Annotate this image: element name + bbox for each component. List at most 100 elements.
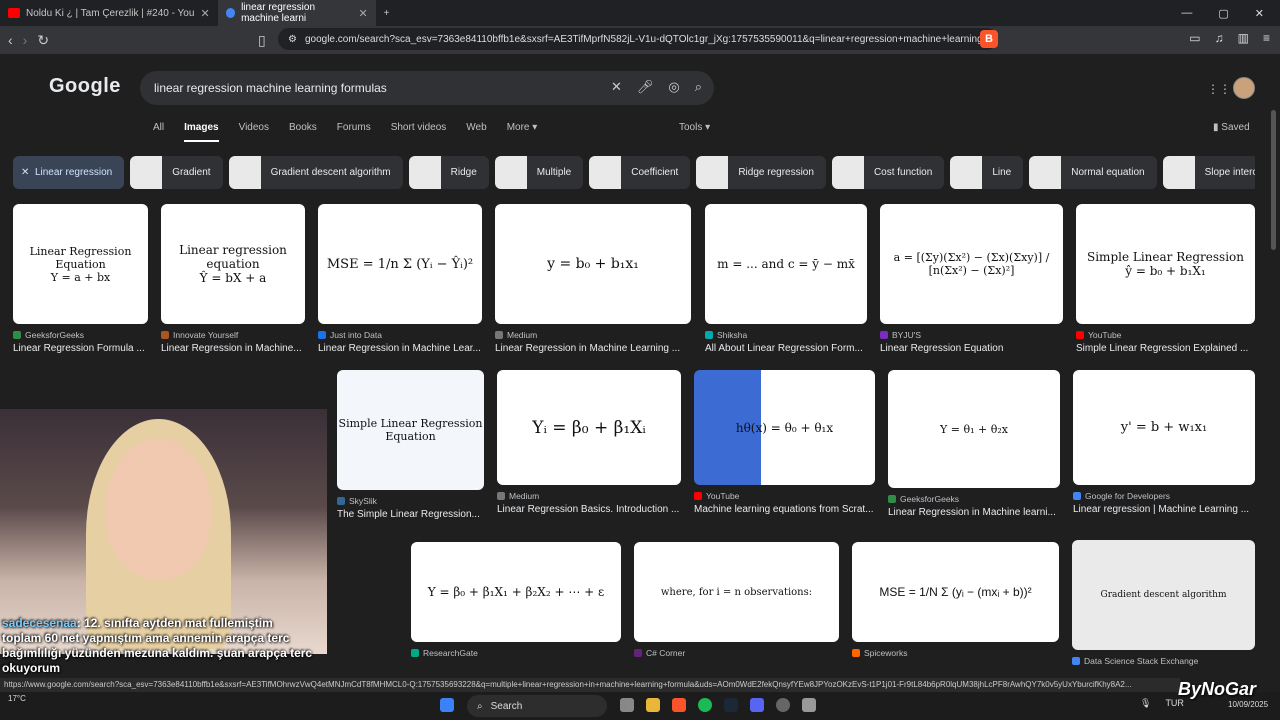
obs-icon[interactable] [776, 698, 790, 712]
maximize-icon[interactable]: ▢ [1218, 7, 1228, 20]
tab-short-videos[interactable]: Short videos [391, 122, 447, 142]
new-tab-button[interactable]: + [376, 0, 398, 26]
result-image[interactable]: where, for i = n observations: [634, 542, 839, 642]
image-result[interactable]: Y = β₀ + β₁X₁ + β₂X₂ + ⋯ + ε ResearchGate [411, 542, 621, 658]
chip-ridge-regression[interactable]: Ridge regression [696, 156, 826, 189]
image-result[interactable]: Simple Linear Regression Equation SkySlik… [337, 370, 484, 520]
result-image[interactable]: a = [(Σy)(Σx²) − (Σx)(Σxy)] / [n(Σx²) − … [880, 204, 1063, 324]
image-result[interactable]: y' = b + w₁x₁ Google for Developers Linear… [1073, 370, 1255, 515]
image-result[interactable]: hθ(x) = θ₀ + θ₁x YouTube Machine learning … [694, 370, 875, 515]
wallet-icon[interactable]: ▭ [1189, 31, 1200, 45]
image-result[interactable]: Yᵢ = β₀ + β₁Xᵢ Medium Linear Regression Ba… [497, 370, 681, 515]
sidebar-icon[interactable]: ▥ [1238, 31, 1249, 45]
saved-button[interactable]: ▮ Saved [1213, 122, 1250, 133]
search-icon[interactable]: ⌕ [695, 79, 702, 95]
close-icon[interactable]: ✕ [358, 7, 367, 20]
result-image[interactable]: Yᵢ = β₀ + β₁Xᵢ [497, 370, 681, 485]
image-result[interactable]: Linear regression equation Ŷ = bX + a Inn… [161, 204, 305, 354]
search-input[interactable]: linear regression machine learning formu… [154, 81, 387, 95]
image-result[interactable]: where, for i = n observations: C# Corner [634, 542, 839, 658]
result-image[interactable]: MSE = 1/n Σ (Yᵢ − Ŷᵢ)² [318, 204, 482, 324]
chip-coefficient[interactable]: Coefficient [589, 156, 691, 189]
tab-web[interactable]: Web [466, 122, 486, 142]
brave-shield-icon[interactable]: B [980, 30, 998, 48]
mic-icon[interactable]: 🎤︎ [637, 79, 654, 95]
image-result[interactable]: Gradient descent algorithm Data Science S… [1072, 540, 1255, 666]
back-icon[interactable]: ‹ [8, 32, 13, 48]
tab-google[interactable]: linear regression machine learni ✕ [217, 0, 376, 26]
scrollbar[interactable] [1271, 110, 1276, 250]
chip-linear-regression[interactable]: ✕ Linear regression [13, 156, 125, 189]
close-window-icon[interactable]: ✕ [1255, 7, 1264, 20]
result-title[interactable]: The Simple Linear Regression... [337, 509, 484, 520]
chip-cost-function[interactable]: Cost function [831, 156, 945, 189]
settings-icon[interactable] [802, 698, 816, 712]
result-title[interactable]: Linear Regression Basics. Introduction .… [497, 504, 681, 515]
tab-videos[interactable]: Videos [239, 122, 269, 142]
result-image[interactable]: Y = θ₁ + θ₂x [888, 370, 1060, 488]
result-image[interactable]: hθ(x) = θ₀ + θ₁x [694, 370, 875, 485]
image-result[interactable]: MSE = 1/n Σ (Yᵢ − Ŷᵢ)² Just into Data Line… [318, 204, 482, 354]
chip-multiple[interactable]: Multiple [494, 156, 584, 189]
result-image[interactable]: Simple Linear Regression Equation [337, 370, 484, 490]
result-title[interactable]: Linear regression | Machine Learning ... [1073, 504, 1255, 515]
result-image[interactable]: m = ... and c = ȳ − mx̄ [705, 204, 867, 324]
explorer-icon[interactable] [646, 698, 660, 712]
result-image[interactable]: y' = b + w₁x₁ [1073, 370, 1255, 485]
result-title[interactable]: All About Linear Regression Form... [705, 343, 867, 354]
result-title[interactable]: Linear Regression in Machine Lear... [318, 343, 482, 354]
chip-normal-equation[interactable]: Normal equation [1029, 156, 1157, 189]
result-title[interactable]: Linear Regression Equation [880, 343, 1063, 354]
result-image[interactable]: Gradient descent algorithm [1072, 540, 1255, 650]
result-title[interactable]: Linear Regression in Machine learni... [888, 507, 1060, 518]
clock[interactable]: 10/09/2025 [1228, 700, 1268, 709]
mic-tray-icon[interactable]: 🎙︎ [1140, 698, 1151, 709]
chip-gradient[interactable]: Gradient [130, 156, 223, 189]
image-result[interactable]: m = ... and c = ȳ − mx̄ Shiksha All About … [705, 204, 867, 354]
minimize-icon[interactable]: — [1181, 7, 1192, 20]
discord-icon[interactable] [750, 698, 764, 712]
steam-icon[interactable] [724, 698, 738, 712]
result-image[interactable]: Linear Regression Equation Y = a + bx [13, 204, 148, 324]
result-image[interactable]: MSE = 1/N Σ (yᵢ − (mxᵢ + b))² [852, 542, 1059, 642]
tools-button[interactable]: Tools ▾ [679, 122, 710, 133]
image-result[interactable]: Y = θ₁ + θ₂x GeeksforGeeks Linear Regressi… [888, 370, 1060, 518]
weather-widget[interactable]: 17°C [8, 694, 26, 703]
tab-forums[interactable]: Forums [337, 122, 371, 142]
spotify-icon[interactable] [698, 698, 712, 712]
tab-youtube[interactable]: Noldu Ki ¿ | Tam Çerezlik | #240 - You ✕ [0, 0, 218, 26]
tab-images[interactable]: Images [184, 122, 219, 142]
tab-books[interactable]: Books [289, 122, 317, 142]
taskbar-search[interactable]: ⌕ Search [467, 695, 607, 717]
result-image[interactable]: Linear regression equation Ŷ = bX + a [161, 204, 305, 324]
menu-icon[interactable]: ≡ [1263, 31, 1270, 45]
windows-start-icon[interactable] [440, 698, 454, 712]
tab-more[interactable]: More ▾ [507, 122, 538, 142]
result-title[interactable]: Linear Regression in Machine... [161, 343, 305, 354]
image-result[interactable]: Simple Linear Regression ŷ = b₀ + b₁X₁ Yo… [1076, 204, 1255, 354]
address-bar[interactable]: ⚙ google.com/search?sca_esv=7363e84110bff… [278, 28, 998, 50]
chip-ridge[interactable]: Ridge [408, 156, 489, 189]
bookmark-icon[interactable]: ▯ [258, 32, 266, 49]
brave-icon[interactable] [672, 698, 686, 712]
taskview-icon[interactable] [620, 698, 634, 712]
tab-all[interactable]: All [153, 122, 164, 142]
close-icon[interactable]: ✕ [200, 7, 209, 20]
result-image[interactable]: y = b₀ + b₁x₁ [495, 204, 691, 324]
result-title[interactable]: Linear Regression in Machine Learning ..… [495, 343, 691, 354]
result-title[interactable]: Machine learning equations from Scrat... [694, 504, 875, 515]
clear-icon[interactable]: ✕ [611, 79, 622, 95]
media-icon[interactable]: ♫ [1215, 31, 1224, 45]
result-title[interactable]: Simple Linear Regression Explained ... [1076, 343, 1255, 354]
search-box[interactable]: linear regression machine learning formu… [140, 71, 714, 105]
chip-gradient-descent[interactable]: Gradient descent algorithm [228, 156, 403, 189]
avatar[interactable] [1233, 77, 1255, 99]
lens-icon[interactable]: ◎ [668, 79, 679, 95]
reload-icon[interactable]: ↻ [37, 32, 49, 49]
image-result[interactable]: MSE = 1/N Σ (yᵢ − (mxᵢ + b))² Spiceworks [852, 542, 1059, 658]
result-title[interactable]: Linear Regression Formula ... [13, 343, 148, 354]
chip-slope-intercept[interactable]: Slope intercept [1162, 156, 1255, 189]
result-image[interactable]: Y = β₀ + β₁X₁ + β₂X₂ + ⋯ + ε [411, 542, 621, 642]
image-result[interactable]: a = [(Σy)(Σx²) − (Σx)(Σxy)] / [n(Σx²) − … [880, 204, 1063, 354]
result-image[interactable]: Simple Linear Regression ŷ = b₀ + b₁X₁ [1076, 204, 1255, 324]
